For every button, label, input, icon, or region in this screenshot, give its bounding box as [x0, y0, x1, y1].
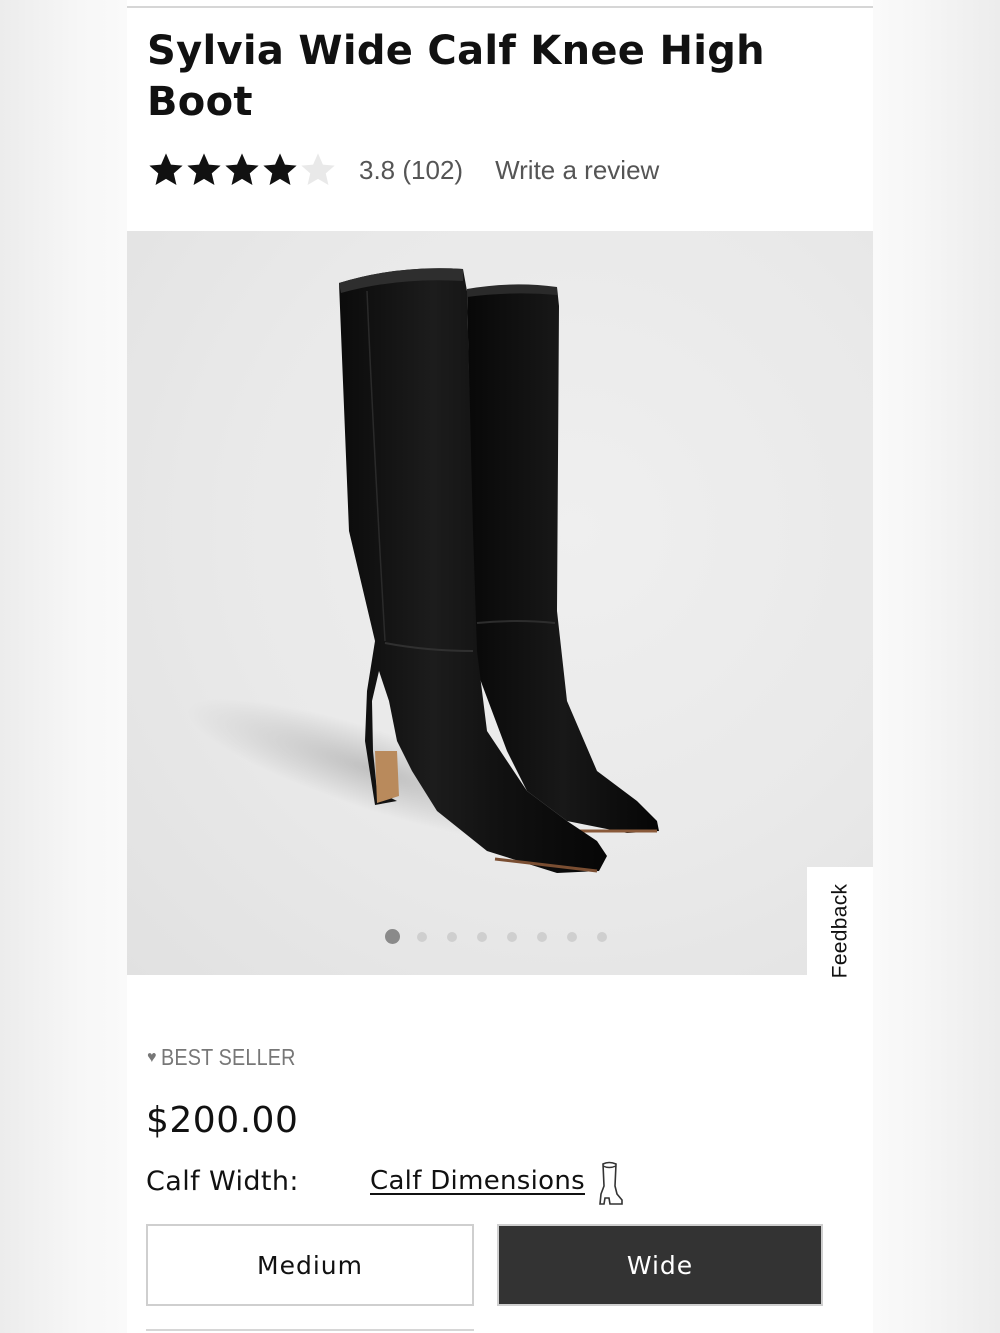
calf-option-wide[interactable]: Wide — [497, 1224, 823, 1306]
top-divider — [127, 6, 873, 8]
star-rating — [147, 151, 337, 189]
carousel-dot[interactable] — [597, 931, 607, 942]
boot-icon[interactable] — [596, 1160, 624, 1208]
carousel-dot[interactable] — [507, 931, 517, 942]
carousel-dot[interactable] — [447, 931, 457, 942]
calf-width-label: Calf Width: — [146, 1166, 299, 1197]
heart-icon: ♥ — [147, 1048, 157, 1066]
write-review-link[interactable]: Write a review — [495, 155, 659, 186]
calf-option-medium[interactable]: Medium — [146, 1224, 474, 1306]
best-seller-badge: ♥ BEST SELLER — [147, 1044, 317, 1071]
bottom-divider — [146, 1329, 474, 1331]
star-icon — [225, 153, 259, 186]
product-title: Sylvia Wide Calf Knee High Boot — [147, 28, 765, 125]
carousel-dot[interactable] — [477, 931, 487, 942]
product-image[interactable] — [127, 231, 873, 975]
boots-illustration — [186, 268, 659, 874]
star-icon — [263, 153, 297, 186]
carousel-dots — [385, 929, 627, 944]
carousel-dot[interactable] — [537, 931, 547, 942]
rating-summary: 3.8 (102) — [359, 154, 464, 185]
star-icon — [149, 153, 183, 186]
carousel-dot[interactable] — [567, 931, 577, 942]
product-page: Sylvia Wide Calf Knee High Boot 3.8 (102… — [127, 0, 873, 1333]
star-icon — [301, 153, 335, 186]
feedback-tab[interactable]: Feedback — [807, 867, 873, 995]
feedback-label: Feedback — [828, 883, 851, 979]
star-icon — [187, 153, 221, 186]
calf-dimensions-link[interactable]: Calf Dimensions — [370, 1166, 585, 1196]
carousel-dot[interactable] — [417, 931, 427, 942]
product-price: $200.00 — [146, 1100, 299, 1141]
rating-row: 3.8 (102) Write a review — [147, 146, 659, 194]
carousel-dot[interactable] — [385, 929, 400, 944]
badge-label: BEST SELLER — [160, 1044, 296, 1070]
